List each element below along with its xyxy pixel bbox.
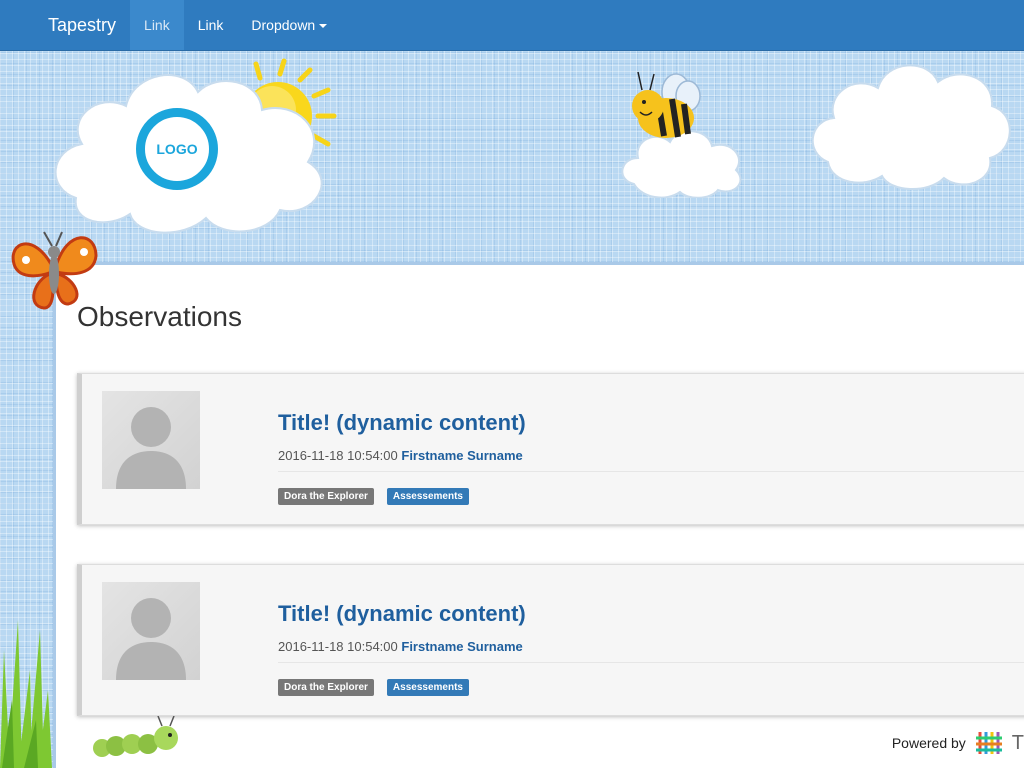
grass-illustration <box>0 620 52 768</box>
caret-down-icon <box>319 24 328 29</box>
tapestry-logo-icon[interactable] <box>974 730 1004 756</box>
bee-illustration <box>632 71 701 138</box>
tag-child[interactable]: Dora the Explorer <box>278 488 374 505</box>
footer: Powered by T <box>892 730 1024 756</box>
dropdown-label: Dropdown <box>251 17 316 33</box>
top-navbar: Tapestry Link Link Dropdown <box>0 0 1024 51</box>
butterfly-illustration <box>11 231 98 310</box>
nav-link-2[interactable]: Link <box>184 0 238 50</box>
logo-text: LOGO <box>156 141 198 157</box>
avatar-placeholder-icon <box>102 391 200 489</box>
observation-timestamp: 2016-11-18 10:54:00 <box>278 639 398 654</box>
dropdown-toggle[interactable]: Dropdown <box>237 0 341 50</box>
observation-card: Title! (dynamic content) 2016-11-18 10:5… <box>77 564 1024 716</box>
observation-title[interactable]: Title! (dynamic content) <box>278 601 526 627</box>
tag-assessment[interactable]: Assessements <box>386 679 469 696</box>
right-cloud <box>811 64 1011 191</box>
brand-link[interactable]: Tapestry <box>0 0 130 50</box>
nav-link-1[interactable]: Link <box>130 0 184 50</box>
observation-meta: 2016-11-18 10:54:00 Firstname Surname <box>278 639 1024 663</box>
tag-list: Dora the Explorer Assessements <box>278 488 469 505</box>
logo-badge: LOGO <box>136 108 218 190</box>
observation-author[interactable]: Firstname Surname <box>401 639 522 654</box>
tag-assessment[interactable]: Assessements <box>386 488 469 505</box>
avatar-placeholder-icon <box>102 582 200 680</box>
tapestry-wordmark: T <box>1011 731 1024 754</box>
tag-list: Dora the Explorer Assessements <box>278 679 469 696</box>
observation-title[interactable]: Title! (dynamic content) <box>278 410 526 436</box>
tag-child[interactable]: Dora the Explorer <box>278 679 374 696</box>
observation-card: Title! (dynamic content) 2016-11-18 10:5… <box>77 373 1024 525</box>
observation-timestamp: 2016-11-18 10:54:00 <box>278 448 398 463</box>
observation-author[interactable]: Firstname Surname <box>401 448 522 463</box>
content-panel: Observations Title! (dynamic content) 20… <box>53 262 1024 768</box>
powered-by-text: Powered by <box>891 735 966 751</box>
caterpillar-illustration <box>93 716 178 757</box>
observation-meta: 2016-11-18 10:54:00 Firstname Surname <box>278 448 1024 472</box>
